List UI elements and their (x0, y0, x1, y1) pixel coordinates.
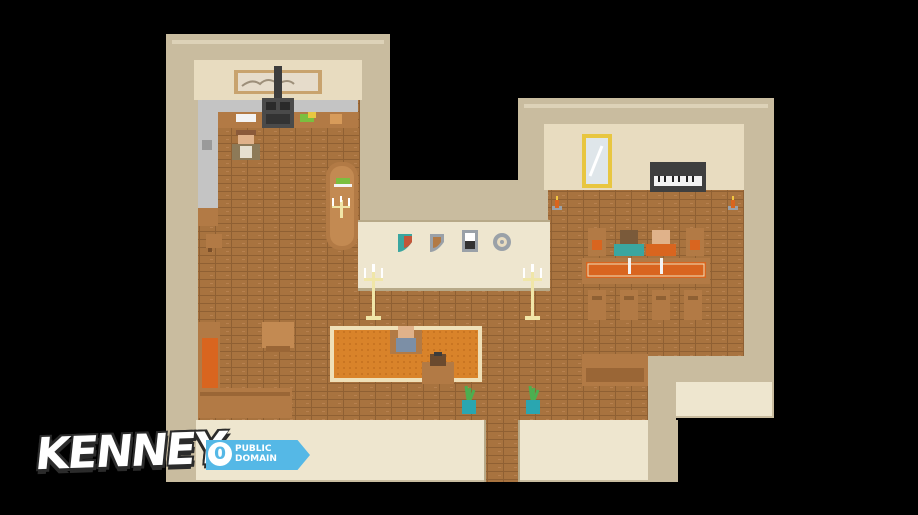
kenney-logo: KENNEY 0 PUBLIC DOMAIN (30, 422, 320, 492)
stove-pipe (274, 66, 282, 102)
cc0-icon: 0 (208, 442, 232, 466)
piano (650, 162, 706, 192)
license-label: PUBLIC DOMAIN (235, 444, 277, 464)
license-line1: PUBLIC (235, 444, 272, 454)
small-table (262, 322, 294, 352)
side-cabinet (582, 354, 648, 386)
dining-table (582, 258, 710, 284)
license-line2: DOMAIN (235, 454, 277, 464)
mirror (582, 134, 612, 188)
kenney-brand-text: KENNEY (32, 422, 227, 481)
stove (262, 98, 294, 128)
armchair-elder (390, 326, 422, 354)
cook-character (232, 130, 260, 160)
